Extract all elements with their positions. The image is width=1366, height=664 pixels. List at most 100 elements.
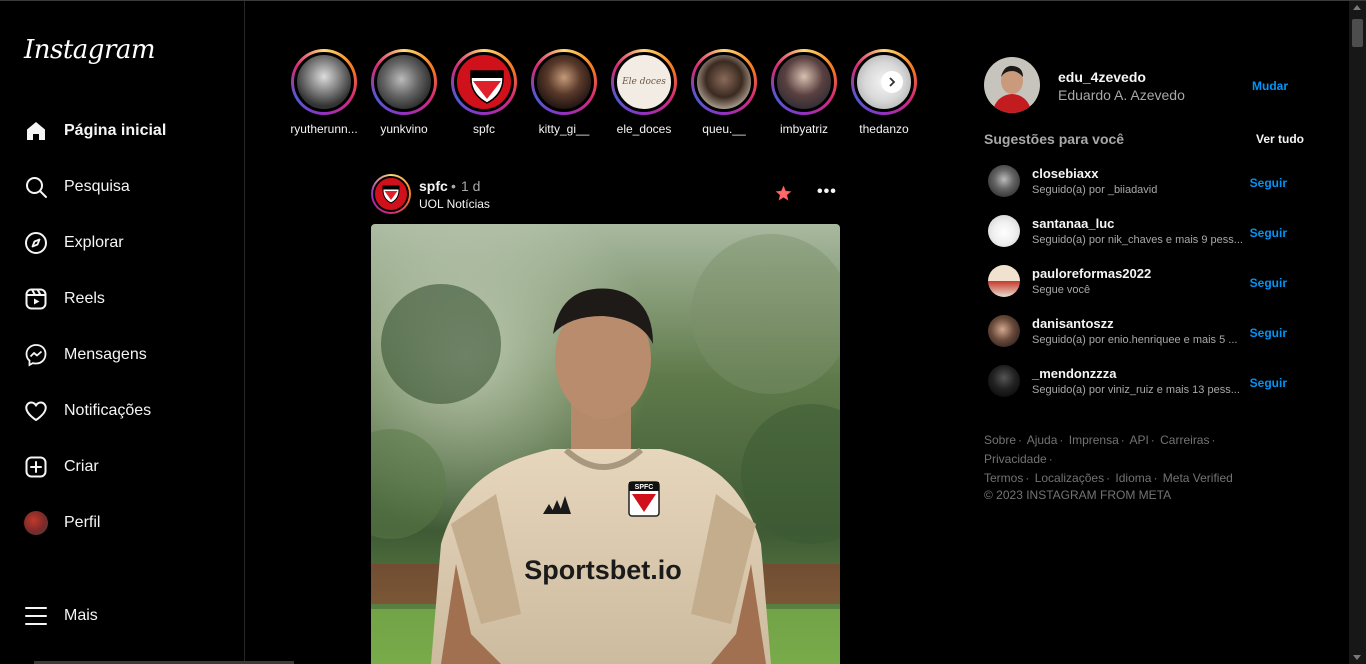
stories-next-button[interactable]	[881, 71, 903, 93]
suggestion-username[interactable]: _mendonzzza	[1032, 366, 1117, 381]
sidebar-item-search[interactable]: Pesquisa	[12, 163, 232, 211]
scroll-down-arrow-icon[interactable]	[1353, 655, 1361, 660]
story-item[interactable]: kitty_gi__	[529, 49, 599, 136]
avatar[interactable]	[988, 365, 1020, 397]
post-subtitle[interactable]: UOL Notícias	[419, 197, 490, 211]
footer-link[interactable]: Ajuda	[1027, 433, 1058, 447]
sponsor-text: Sportsbet.io	[524, 555, 682, 585]
footer-separator: ·	[1048, 452, 1053, 466]
sidebar-item-label: Explorar	[64, 234, 124, 251]
story-item[interactable]: thedanzo	[849, 49, 919, 136]
avatar	[24, 511, 48, 535]
avatar[interactable]	[988, 315, 1020, 347]
sidebar-item-more[interactable]: Mais	[12, 592, 232, 640]
footer-link[interactable]: Idioma	[1115, 471, 1151, 485]
suggestion-subtitle: Seguido(a) por viniz_ruiz e mais 13 pess…	[1032, 384, 1240, 396]
suggestion-username[interactable]: santanaa_luc	[1032, 216, 1114, 231]
post-avatar[interactable]	[371, 174, 411, 214]
follow-button[interactable]: Seguir	[1250, 376, 1287, 390]
story-avatar	[374, 52, 434, 112]
scroll-up-arrow-icon[interactable]	[1353, 5, 1361, 10]
switch-account-button[interactable]: Mudar	[1252, 79, 1288, 93]
sidebar: Instagram Página inicial Pesquisa Explor…	[0, 1, 245, 664]
story-item[interactable]: spfc	[449, 49, 519, 136]
sidebar-item-home[interactable]: Página inicial	[12, 107, 232, 155]
search-icon	[24, 175, 48, 199]
footer-link[interactable]: Privacidade	[984, 452, 1047, 466]
story-username: spfc	[472, 122, 495, 136]
more-options-button[interactable]: •••	[817, 183, 837, 201]
post-image[interactable]: SPFC Sportsbet.io	[371, 224, 840, 664]
story-username: yunkvino	[380, 122, 428, 136]
footer-link[interactable]: Sobre	[984, 433, 1016, 447]
story-avatar	[534, 52, 594, 112]
sidebar-item-reels[interactable]: Reels	[12, 275, 232, 323]
story-item[interactable]: imbyatriz	[769, 49, 839, 136]
story-username: imbyatriz	[779, 122, 828, 136]
story-username: kitty_gi__	[538, 122, 590, 136]
scrollbar[interactable]	[1349, 1, 1366, 664]
story-username: ele_doces	[616, 122, 672, 136]
follow-button[interactable]: Seguir	[1250, 176, 1287, 190]
story-item[interactable]: queu.__	[689, 49, 759, 136]
profile-username[interactable]: edu_4zevedo	[1058, 69, 1146, 85]
copyright: © 2023 INSTAGRAM FROM META	[984, 488, 1172, 502]
suggestion-username[interactable]: danisantoszz	[1032, 316, 1114, 331]
follow-button[interactable]: Seguir	[1250, 226, 1287, 240]
app-window: Instagram Página inicial Pesquisa Explor…	[0, 0, 1366, 664]
suggestion-item: pauloreformas2022 Segue você Seguir	[984, 259, 1304, 303]
suggestion-username[interactable]: pauloreformas2022	[1032, 266, 1151, 281]
footer-separator: ·	[1153, 471, 1158, 485]
story-avatar	[454, 52, 514, 112]
suggestion-subtitle: Seguido(a) por enio.henriquee e mais 5 .…	[1032, 334, 1238, 346]
avatar[interactable]	[988, 265, 1020, 297]
post-username[interactable]: spfc	[419, 178, 448, 194]
story-item[interactable]: ryutherunn...	[289, 49, 359, 136]
footer-separator: ·	[1059, 433, 1064, 447]
crest-text: SPFC	[635, 484, 654, 491]
story-item[interactable]: Ele doces ele_doces	[609, 49, 679, 136]
suggestion-subtitle: Seguido(a) por _biiadavid	[1032, 184, 1158, 196]
suggestion-item: _mendonzzza Seguido(a) por viniz_ruiz e …	[984, 359, 1304, 403]
instagram-logo[interactable]: Instagram	[24, 35, 156, 65]
reels-icon	[24, 287, 48, 311]
footer-link[interactable]: Localizações	[1035, 471, 1104, 485]
ele-doces-logo: Ele doces	[622, 77, 666, 87]
home-icon	[24, 119, 48, 143]
footer-separator: ·	[1025, 471, 1030, 485]
avatar[interactable]	[988, 215, 1020, 247]
sidebar-item-explore[interactable]: Explorar	[12, 219, 232, 267]
chevron-right-icon	[887, 74, 897, 90]
star-icon[interactable]	[775, 185, 792, 207]
sidebar-item-messages[interactable]: Mensagens	[12, 331, 232, 379]
plus-square-icon	[24, 455, 48, 479]
see-all-button[interactable]: Ver tudo	[1256, 132, 1304, 146]
footer-link[interactable]: Carreiras	[1160, 433, 1209, 447]
story-avatar	[694, 52, 754, 112]
follow-button[interactable]: Seguir	[1250, 326, 1287, 340]
avatar[interactable]	[984, 57, 1040, 113]
footer-link[interactable]: Termos	[984, 471, 1023, 485]
story-avatar: Ele doces	[614, 52, 674, 112]
sidebar-item-create[interactable]: Criar	[12, 443, 232, 491]
follow-button[interactable]: Seguir	[1250, 276, 1287, 290]
avatar[interactable]	[988, 165, 1020, 197]
spfc-crest-icon	[382, 185, 400, 204]
sidebar-item-notifications[interactable]: Notificações	[12, 387, 232, 435]
footer-links: Sobre · Ajuda · Imprensa · API · Carreiras · …	[984, 431, 1284, 488]
footer-link[interactable]: Imprensa	[1069, 433, 1119, 447]
sidebar-item-profile[interactable]: Perfil	[12, 499, 232, 547]
sidebar-more-label: Mais	[64, 607, 98, 624]
suggestion-item: danisantoszz Seguido(a) por enio.henriqu…	[984, 309, 1304, 353]
footer-link[interactable]: API	[1129, 433, 1148, 447]
scroll-thumb[interactable]	[1352, 19, 1363, 47]
compass-icon	[24, 231, 48, 255]
suggestion-item: closebiaxx Seguido(a) por _biiadavid Seg…	[984, 159, 1304, 203]
spfc-crest-icon	[470, 70, 504, 104]
sidebar-item-label: Página inicial	[64, 122, 167, 139]
story-avatar	[774, 52, 834, 112]
story-item[interactable]: yunkvino	[369, 49, 439, 136]
suggestion-username[interactable]: closebiaxx	[1032, 166, 1099, 181]
post-separator: •	[451, 178, 456, 194]
footer-link[interactable]: Meta Verified	[1163, 471, 1233, 485]
